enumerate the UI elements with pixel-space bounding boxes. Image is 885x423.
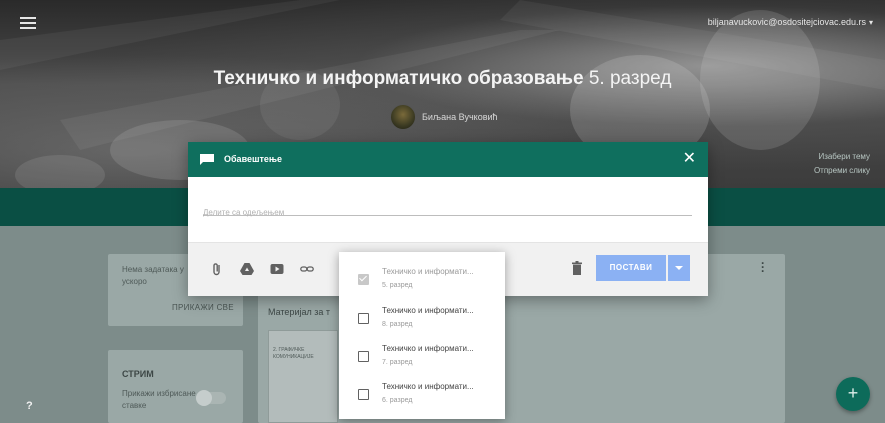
account-switcher[interactable]: biljanavuckovic@osdositejciovac.edu.rs ▾ [708, 17, 873, 27]
checkbox[interactable] [358, 351, 369, 362]
class-option-name: Техничко и информати... [382, 344, 474, 353]
announcement-input[interactable] [203, 206, 692, 219]
checkbox[interactable] [358, 313, 369, 324]
teacher-name: Биљана Вучковић [422, 112, 498, 122]
class-option[interactable]: Техничко и информати... 6. разред [339, 377, 505, 415]
upcoming-text: Нема задатака у [122, 265, 184, 274]
class-option-grade: 7. разред [382, 359, 413, 366]
help-button[interactable]: ? [26, 400, 33, 412]
class-option-grade: 5. разред [382, 282, 413, 289]
class-option-name: Техничко и информати... [382, 382, 474, 391]
more-vert-icon[interactable]: · · · [761, 257, 765, 277]
class-option-grade: 8. разред [382, 321, 413, 328]
add-button[interactable]: + [836, 377, 870, 411]
close-icon[interactable]: ✕ [683, 150, 696, 168]
toggle-knob [196, 390, 212, 406]
paperclip-icon[interactable] [210, 262, 224, 276]
page-title: Техничко и информатичко образовање 5. ра… [0, 68, 885, 90]
show-all-button[interactable]: ПРИКАЖИ СВЕ [172, 303, 234, 312]
select-theme-link[interactable]: Изабери тему [814, 150, 870, 164]
stream-heading: СТРИМ [122, 369, 154, 379]
class-option[interactable]: Техничко и информати... 5. разред [339, 262, 505, 300]
account-email: biljanavuckovic@osdositejciovac.edu.rs [707, 17, 866, 27]
post-title: Материјал за т [268, 307, 330, 317]
upcoming-text-2: ускоро [122, 277, 147, 286]
thumbnail-text: 2. ГРАФИЧКЕ КОМУНИКАЦИЈЕ [273, 347, 314, 360]
announcement-input-wrap [203, 202, 692, 219]
link-icon[interactable] [300, 262, 314, 276]
stream-settings-card [108, 350, 243, 423]
show-deleted-label: Прикажи избрисане [122, 389, 196, 398]
hamburger-menu-icon[interactable] [20, 17, 36, 29]
class-option-name: Техничко и информати... [382, 306, 474, 315]
upload-photo-link[interactable]: Отпреми слику [814, 164, 870, 178]
class-option[interactable]: Техничко и информати... 8. разред [339, 301, 505, 339]
attachment-thumbnail[interactable]: 2. ГРАФИЧКЕ КОМУНИКАЦИЈЕ [268, 330, 338, 423]
show-deleted-label-2: ставке [122, 401, 147, 410]
class-option-grade: 6. разред [382, 397, 413, 404]
dialog-header: Обавештење ✕ [188, 142, 708, 177]
dialog-title: Обавештење [224, 154, 283, 164]
post-button[interactable]: ПОСТАВИ [596, 255, 666, 281]
checkbox[interactable] [358, 389, 369, 400]
class-option[interactable]: Техничко и информати... 7. разред [339, 339, 505, 377]
show-deleted-toggle[interactable] [196, 390, 226, 406]
class-name: Техничко и информатичко образовање [213, 68, 584, 89]
chevron-down-icon: ▾ [868, 18, 873, 27]
announcement-icon [200, 154, 214, 165]
banner-actions: Изабери тему Отпреми слику [814, 150, 870, 178]
avatar [390, 104, 416, 130]
trash-icon[interactable] [572, 261, 582, 275]
class-picker-menu: Техничко и информати... 5. разред Технич… [339, 252, 505, 419]
class-grade: 5. разред [588, 68, 672, 89]
teacher-info: Биљана Вучковић [390, 104, 498, 130]
youtube-icon[interactable] [270, 262, 284, 276]
class-option-name: Техничко и информати... [382, 267, 474, 276]
checkbox-checked[interactable] [358, 274, 369, 285]
post-options-dropdown[interactable] [668, 255, 690, 281]
drive-icon[interactable] [240, 262, 254, 276]
